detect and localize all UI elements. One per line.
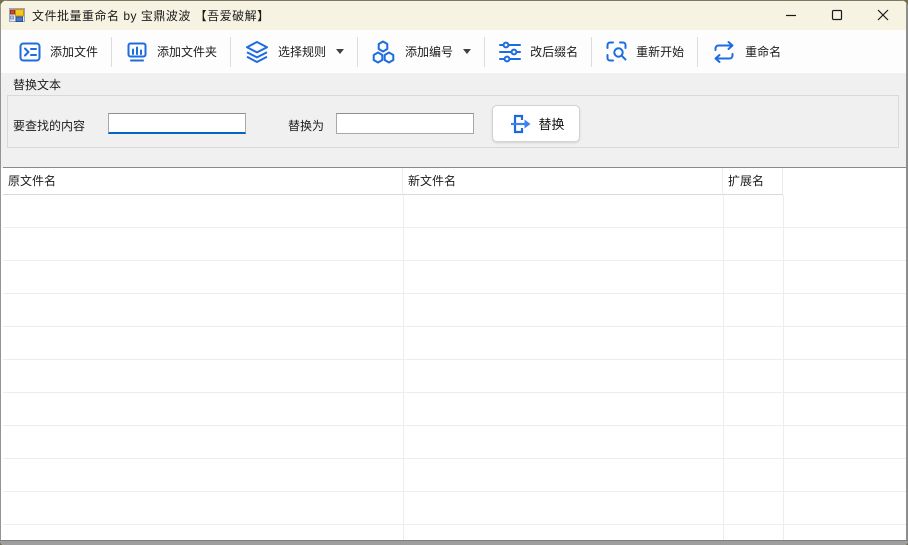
toolbar-button-label: 重新开始 (636, 43, 684, 60)
file-list-body[interactable] (3, 195, 906, 542)
app-icon (9, 7, 25, 23)
column-divider (783, 195, 784, 542)
minimize-button[interactable] (768, 0, 814, 30)
repeat-icon (711, 39, 737, 65)
toolbar: 添加文件 添加文件夹 选择规则 (0, 30, 908, 73)
app-window: 文件批量重命名 by 宝鼎波波 【吾爱破解】 (0, 0, 908, 545)
add-files-button[interactable]: 添加文件 (7, 34, 109, 70)
toolbar-separator (111, 37, 112, 67)
chevron-down-icon (463, 49, 471, 54)
toolbar-separator (357, 37, 358, 67)
toolbar-separator (697, 37, 698, 67)
window-left-border (0, 0, 1, 545)
replace-with-label: 替换为 (288, 116, 324, 137)
minimize-icon (785, 9, 797, 21)
rename-button[interactable]: 重命名 (700, 34, 792, 70)
scan-search-icon (605, 40, 628, 63)
toolbar-separator (484, 37, 485, 67)
find-label: 要查找的内容 (13, 116, 85, 137)
column-header-original-name[interactable]: 原文件名 (3, 168, 403, 195)
find-input[interactable] (108, 113, 246, 134)
window-top-border (0, 0, 908, 1)
toolbar-button-label: 添加文件 (50, 43, 98, 60)
title-bar[interactable]: 文件批量重命名 by 宝鼎波波 【吾爱破解】 (0, 0, 908, 30)
arrow-through-bracket-icon (507, 111, 533, 137)
column-divider (403, 195, 404, 542)
toolbar-button-label: 添加文件夹 (157, 43, 217, 60)
replace-button-label: 替换 (538, 114, 564, 133)
toolbar-separator (591, 37, 592, 67)
chevron-down-icon (336, 49, 344, 54)
groupbox-title: 替换文本 (11, 76, 63, 93)
sliders-icon (498, 40, 522, 64)
restart-button[interactable]: 重新开始 (594, 34, 695, 70)
add-folder-icon (125, 40, 149, 64)
column-header-extension[interactable]: 扩展名 (723, 168, 783, 195)
toolbar-button-label: 选择规则 (278, 43, 326, 60)
toolbar-button-label: 改后缀名 (530, 43, 578, 60)
replace-button[interactable]: 替换 (492, 105, 580, 142)
toolbar-button-label: 重命名 (745, 43, 781, 60)
change-extension-button[interactable]: 改后缀名 (487, 34, 589, 70)
file-list-header: 原文件名 新文件名 扩展名 (3, 168, 906, 195)
add-number-button[interactable]: 添加编号 (360, 34, 482, 70)
toolbar-separator (230, 37, 231, 67)
window-bottom-border[interactable] (0, 540, 908, 545)
close-icon (877, 9, 889, 21)
add-file-icon (18, 40, 42, 64)
add-folder-button[interactable]: 添加文件夹 (114, 34, 228, 70)
layers-icon (244, 39, 270, 65)
select-rule-button[interactable]: 选择规则 (233, 34, 355, 70)
replace-panel: 替换文本 要查找的内容 替换为 替换 (0, 73, 908, 168)
hexagons-icon (371, 39, 397, 65)
replace-with-input[interactable] (336, 113, 474, 134)
column-header-new-name[interactable]: 新文件名 (403, 168, 723, 195)
column-header-filler (783, 168, 906, 195)
maximize-icon (831, 9, 843, 21)
window-title: 文件批量重命名 by 宝鼎波波 【吾爱破解】 (32, 7, 270, 24)
close-button[interactable] (860, 0, 906, 30)
file-list[interactable]: 原文件名 新文件名 扩展名 (3, 167, 906, 541)
toolbar-button-label: 添加编号 (405, 43, 453, 60)
maximize-button[interactable] (814, 0, 860, 30)
column-divider (723, 195, 724, 542)
